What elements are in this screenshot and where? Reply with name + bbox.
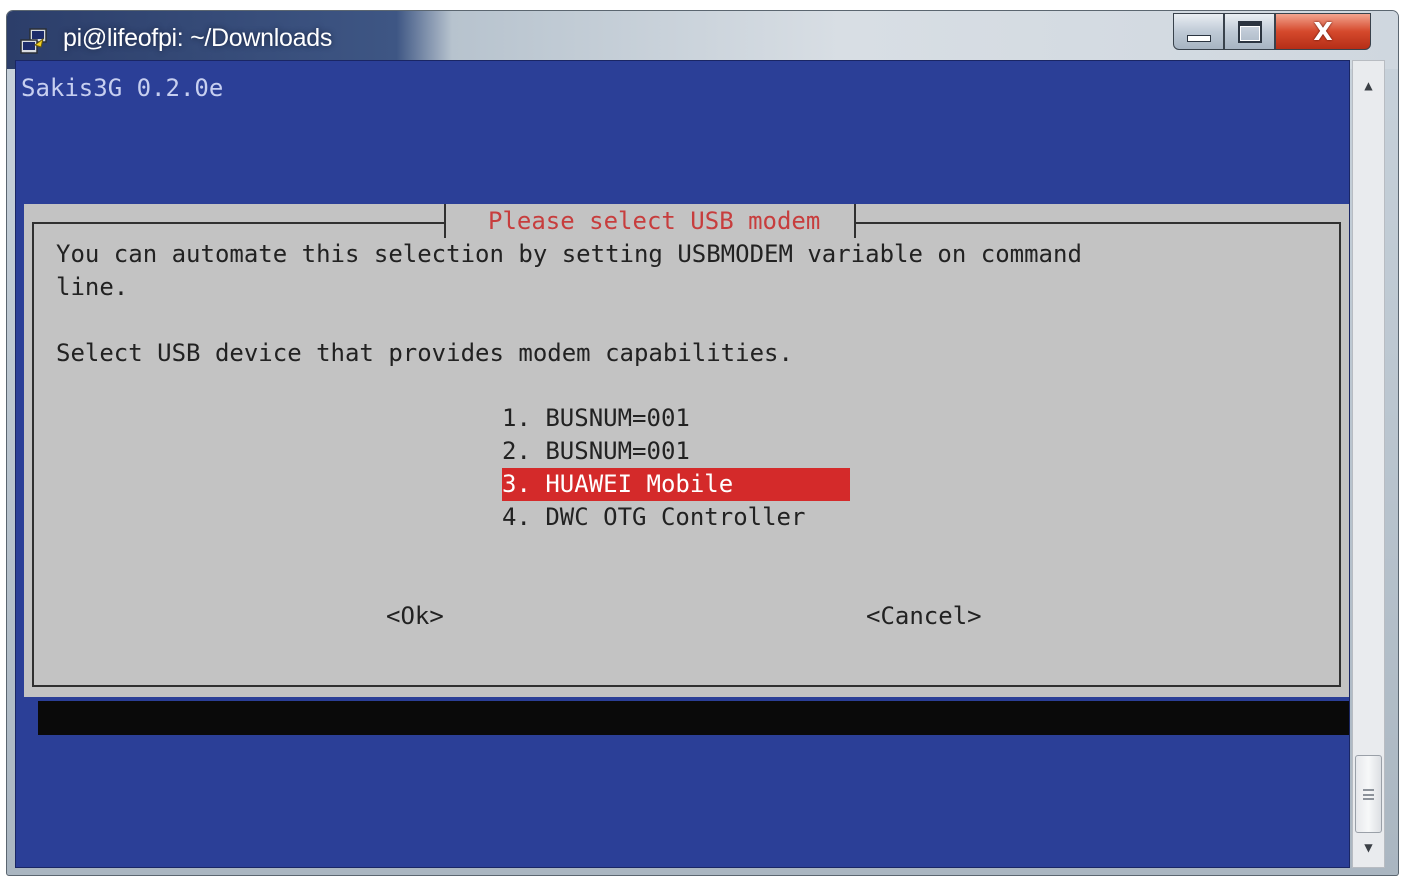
cancel-button[interactable]: <Cancel> [866,602,982,630]
minimize-button[interactable] [1173,13,1224,50]
close-button[interactable]: X [1275,13,1371,50]
arrow-up-icon[interactable]: ▲ [1353,71,1384,101]
scroll-thumb[interactable] [1355,755,1382,833]
ok-button[interactable]: <Ok> [386,602,444,630]
description-line: You can automate this selection by setti… [56,240,1082,268]
device-menu[interactable]: 1. BUSNUM=001 2. BUSNUM=001 3. HUAWEI Mo… [502,402,850,534]
dialog-shadow [38,701,1349,735]
putty-icon [20,28,47,54]
description-line: line. [56,273,129,301]
close-icon: X [1313,17,1333,46]
dialog-description: You can automate this selection by setti… [56,238,1082,370]
window-title: pi@lifeofpi: ~/Downloads [63,24,333,52]
vertical-scrollbar[interactable]: ▲ ▼ [1352,60,1385,868]
grip-icon [1363,788,1374,800]
menu-item[interactable]: 2. BUSNUM=001 [502,435,850,468]
terminal-header: Sakis3G 0.2.0e [21,74,224,102]
menu-item-selected[interactable]: 3. HUAWEI Mobile [502,468,850,501]
arrow-down-icon[interactable]: ▼ [1353,833,1384,863]
maximize-button[interactable] [1224,13,1275,50]
menu-item[interactable]: 4. DWC OTG Controller [502,501,850,534]
usb-modem-dialog: Please select USB modem You can automate… [24,204,1349,697]
dialog-title: Please select USB modem [444,204,857,238]
maximize-icon [1237,20,1262,43]
minimize-icon [1186,35,1211,42]
description-line: Select USB device that provides modem ca… [56,339,793,367]
menu-item[interactable]: 1. BUSNUM=001 [502,402,850,435]
